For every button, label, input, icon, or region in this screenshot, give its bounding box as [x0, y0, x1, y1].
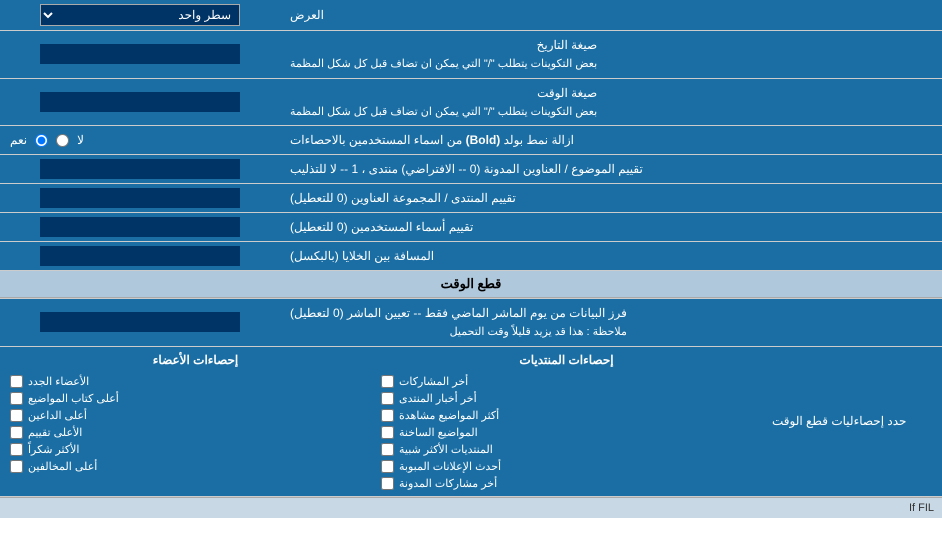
- users-sort-input[interactable]: 0: [40, 217, 240, 237]
- topics-sort-input[interactable]: 33: [40, 159, 240, 179]
- display-row: العرض سطر واحد: [0, 0, 942, 31]
- checkbox-posts-2-input[interactable]: [381, 392, 394, 405]
- radio-no[interactable]: [56, 134, 69, 147]
- checkbox-posts-7: أخر مشاركات المدونة: [381, 477, 752, 490]
- users-sort-label: تقييم أسماء المستخدمين (0 للتعطيل): [280, 213, 942, 241]
- remove-bold-row: ازالة نمط بولد (Bold) من اسماء المستخدمي…: [0, 126, 942, 155]
- stats-checkboxes-area: إحصاءات المنتديات أخر المشاركات أخر أخبا…: [0, 347, 762, 496]
- checkbox-members-1-input[interactable]: [10, 375, 23, 388]
- forum-sort-label: تقييم المنتدى / المجموعة العناوين (0 للت…: [280, 184, 942, 212]
- time-cut-row: فرز البيانات من يوم الماشر الماضي فقط --…: [0, 299, 942, 347]
- date-format-input[interactable]: d-m: [40, 44, 240, 64]
- stats-limit-label: حدد إحصاءليات قطع الوقت: [762, 347, 942, 496]
- checkbox-members-4-input[interactable]: [10, 426, 23, 439]
- members-col-header: إحصاءات الأعضاء: [10, 353, 381, 367]
- time-cut-input[interactable]: 0: [40, 312, 240, 332]
- checkbox-posts-4-input[interactable]: [381, 426, 394, 439]
- checkbox-members-2-input[interactable]: [10, 392, 23, 405]
- single-line-cell[interactable]: سطر واحد: [0, 0, 280, 30]
- checkbox-posts-4: المواضيع الساخنة: [381, 426, 752, 439]
- checkbox-posts-3-input[interactable]: [381, 409, 394, 422]
- topics-sort-input-cell[interactable]: 33: [0, 155, 280, 183]
- time-format-input-cell[interactable]: H:i: [0, 79, 280, 126]
- cell-spacing-label: المسافة بين الخلايا (بالبكسل): [280, 242, 942, 270]
- posts-checkbox-col: إحصاءات المنتديات أخر المشاركات أخر أخبا…: [381, 353, 752, 490]
- checkbox-members-5-input[interactable]: [10, 443, 23, 456]
- radio-no-label: نعم: [10, 133, 27, 147]
- checkbox-grid: إحصاءات المنتديات أخر المشاركات أخر أخبا…: [10, 353, 752, 490]
- time-cut-input-cell[interactable]: 0: [0, 299, 280, 346]
- checkbox-members-3: أعلى الداعين: [10, 409, 381, 422]
- checkbox-posts-1: أخر المشاركات: [381, 375, 752, 388]
- main-container: العرض سطر واحد صيغة التاريخبعض التكوينات…: [0, 0, 942, 518]
- checkbox-members-1: الأعضاء الجدد: [10, 375, 381, 388]
- posts-col-header: إحصاءات المنتديات: [381, 353, 752, 367]
- checkbox-members-3-input[interactable]: [10, 409, 23, 422]
- time-format-row: صيغة الوقتبعض التكوينات يتطلب "/" التي ي…: [0, 79, 942, 127]
- checkbox-members-6: أعلى المخالفين: [10, 460, 381, 473]
- time-cut-divider-row: قطع الوقت: [0, 271, 942, 299]
- date-format-label: صيغة التاريخبعض التكوينات يتطلب "/" التي…: [280, 31, 942, 78]
- radio-yes[interactable]: [35, 134, 48, 147]
- checkbox-posts-5-input[interactable]: [381, 443, 394, 456]
- forum-sort-input[interactable]: 33: [40, 188, 240, 208]
- forum-sort-input-cell[interactable]: 33: [0, 184, 280, 212]
- single-line-select[interactable]: سطر واحد: [40, 4, 240, 26]
- topics-sort-label: تقييم الموضوع / العناوين المدونة (0 -- ا…: [280, 155, 942, 183]
- checkbox-posts-2: أخر أخبار المنتدى: [381, 392, 752, 405]
- checkbox-members-6-input[interactable]: [10, 460, 23, 473]
- cell-spacing-input[interactable]: 2: [40, 246, 240, 266]
- topics-sort-row: تقييم الموضوع / العناوين المدونة (0 -- ا…: [0, 155, 942, 184]
- checkbox-posts-5: المنتديات الأكثر شبية: [381, 443, 752, 456]
- time-cut-section-title: قطع الوقت: [0, 271, 942, 298]
- checkbox-members-2: أعلى كتاب المواضيع: [10, 392, 381, 405]
- display-label: العرض: [280, 0, 942, 30]
- checkbox-posts-3: أكثر المواضيع مشاهدة: [381, 409, 752, 422]
- radio-yes-label: لا: [77, 133, 84, 147]
- checkbox-posts-7-input[interactable]: [381, 477, 394, 490]
- time-format-input[interactable]: H:i: [40, 92, 240, 112]
- remove-bold-label: ازالة نمط بولد (Bold) من اسماء المستخدمي…: [280, 126, 942, 154]
- checkbox-posts-6: أحدث الإعلانات المبوبة: [381, 460, 752, 473]
- stats-row: حدد إحصاءليات قطع الوقت إحصاءات المنتديا…: [0, 347, 942, 497]
- cell-spacing-row: المسافة بين الخلايا (بالبكسل) 2: [0, 242, 942, 271]
- checkbox-posts-6-input[interactable]: [381, 460, 394, 473]
- checkbox-posts-1-input[interactable]: [381, 375, 394, 388]
- remove-bold-radio-cell: لا نعم: [0, 126, 280, 154]
- checkbox-members-5: الأكثر شكراً: [10, 443, 381, 456]
- users-sort-input-cell[interactable]: 0: [0, 213, 280, 241]
- cell-spacing-input-cell[interactable]: 2: [0, 242, 280, 270]
- checkbox-members-4: الأعلى تقييم: [10, 426, 381, 439]
- time-cut-label: فرز البيانات من يوم الماشر الماضي فقط --…: [280, 299, 942, 346]
- date-format-row: صيغة التاريخبعض التكوينات يتطلب "/" التي…: [0, 31, 942, 79]
- members-checkbox-col: إحصاءات الأعضاء الأعضاء الجدد أعلى كتاب …: [10, 353, 381, 490]
- time-format-label: صيغة الوقتبعض التكوينات يتطلب "/" التي ي…: [280, 79, 942, 126]
- date-format-input-cell[interactable]: d-m: [0, 31, 280, 78]
- users-sort-row: تقييم أسماء المستخدمين (0 للتعطيل) 0: [0, 213, 942, 242]
- bottom-note: If FIL: [0, 497, 942, 518]
- forum-sort-row: تقييم المنتدى / المجموعة العناوين (0 للت…: [0, 184, 942, 213]
